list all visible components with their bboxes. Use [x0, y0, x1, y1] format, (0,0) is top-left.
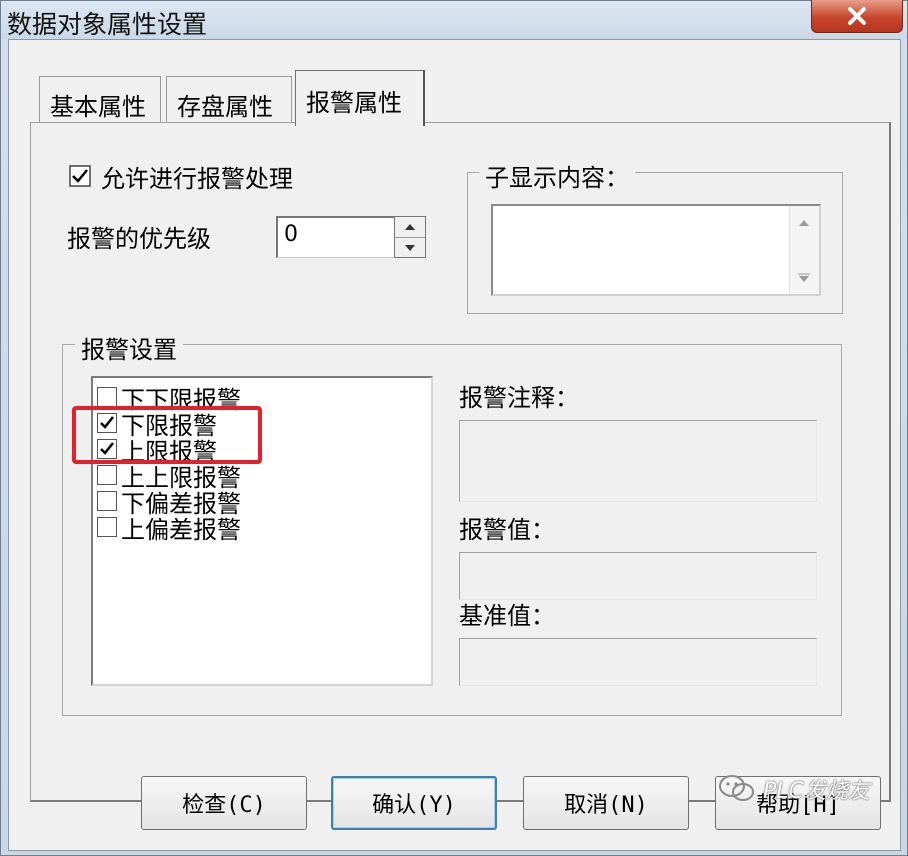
close-button[interactable]	[811, 0, 903, 33]
watermark: PLC发烧友	[717, 769, 870, 809]
title-bar[interactable]: 数据对象属性设置	[1, 0, 907, 39]
scroll-up-icon[interactable]	[790, 216, 818, 230]
sub-display-scrollbar[interactable]	[789, 206, 819, 294]
alarm-type-checkbox[interactable]	[97, 465, 117, 485]
alarm-note-label: 报警注释：	[459, 384, 579, 412]
close-icon	[848, 6, 866, 25]
priority-input[interactable]: 0	[276, 216, 394, 258]
alarm-value-label: 报警值：	[459, 516, 555, 544]
wechat-icon	[719, 775, 754, 801]
scroll-down-icon[interactable]	[790, 272, 818, 286]
sub-display-label: 子显示内容：	[479, 158, 635, 193]
triangle-down-icon	[405, 244, 415, 251]
base-value-field[interactable]	[459, 638, 817, 686]
dialog-window: 数据对象属性设置 基本属性 存盘属性 报警属性 允许进行报警处理 报警的优先级 …	[0, 0, 908, 856]
watermark-text: PLC发烧友	[763, 779, 870, 804]
alarm-type-label: 上偏差报警	[121, 516, 241, 544]
tab-label: 基本属性	[50, 93, 146, 121]
tab-storage-properties[interactable]: 存盘属性	[166, 76, 292, 122]
enable-alarm-label: 允许进行报警处理	[101, 165, 293, 193]
triangle-up-icon	[405, 224, 415, 230]
tab-label: 报警属性	[306, 89, 402, 117]
confirm-button[interactable]: 确认(Y)	[331, 776, 497, 830]
window-title: 数据对象属性设置	[7, 10, 208, 39]
enable-alarm-checkbox[interactable]	[69, 165, 91, 187]
tab-alarm-properties[interactable]: 报警属性	[295, 70, 425, 126]
tab-basic-properties[interactable]: 基本属性	[39, 76, 161, 122]
alarm-type-checkbox[interactable]	[97, 491, 117, 511]
spin-up-button[interactable]	[395, 217, 425, 237]
priority-spinner[interactable]	[394, 216, 426, 258]
alarm-value-field[interactable]	[459, 552, 817, 600]
priority-value: 0	[284, 222, 298, 247]
tab-label: 存盘属性	[177, 93, 273, 121]
checkmark-icon	[69, 165, 91, 187]
sub-display-textarea[interactable]	[491, 204, 821, 296]
highlight-annotation	[72, 406, 262, 464]
priority-label: 报警的优先级	[67, 225, 211, 253]
spin-down-button[interactable]	[395, 237, 425, 257]
alarm-note-field[interactable]	[459, 420, 817, 502]
base-value-label: 基准值：	[459, 602, 555, 630]
alarm-settings-label: 报警设置	[75, 330, 183, 365]
alarm-type-checkbox[interactable]	[97, 387, 117, 407]
check-button[interactable]: 检查(C)	[141, 776, 307, 830]
dialog-client-area: 基本属性 存盘属性 报警属性 允许进行报警处理 报警的优先级 0 子显示内容： …	[8, 39, 901, 851]
cancel-button[interactable]: 取消(N)	[523, 776, 689, 830]
alarm-type-checkbox[interactable]	[97, 517, 117, 537]
